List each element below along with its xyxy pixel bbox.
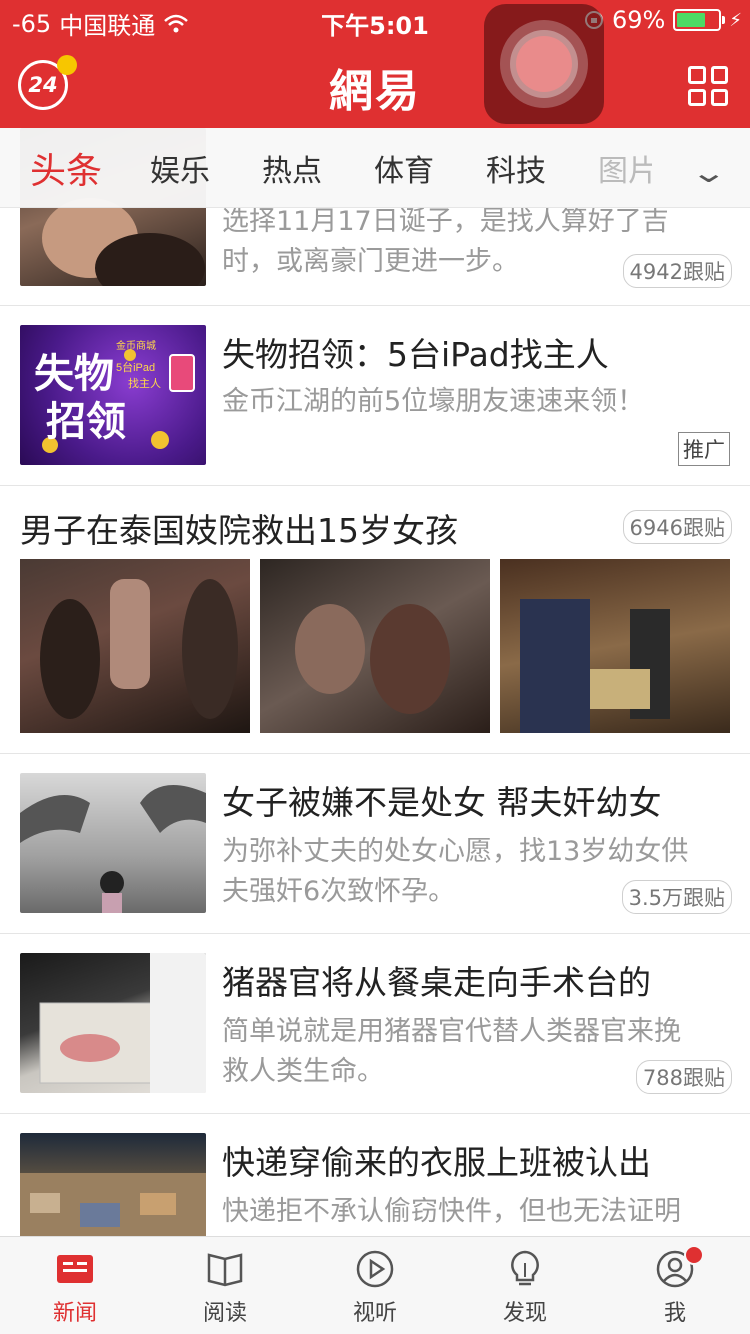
tabbar-me[interactable]: 我: [600, 1237, 750, 1334]
app-header: -65 中国联通 下午5:01 69% ⚡ 24 網易: [0, 0, 750, 128]
news-summary-line: 简单说就是用猪器官代替人类器官来挽: [222, 1016, 681, 1047]
reply-count-badge: 4942跟贴: [622, 254, 732, 288]
tabbar-label: 阅读: [202, 1301, 247, 1326]
news-thumbnail: 失物 招领 5台iPad 找主人 金币商城: [20, 325, 206, 465]
status-bar: -65 中国联通 下午5:01 69% ⚡: [0, 0, 750, 40]
news-title: 猪器官将从餐桌走向手术台的: [222, 963, 651, 1002]
bottom-tab-bar: 新闻 阅读 视听 发现 我: [0, 1236, 750, 1334]
tabbar-label: 视听: [352, 1301, 397, 1326]
battery-icon: [673, 9, 726, 31]
charging-icon: ⚡: [729, 9, 742, 31]
play-icon: [356, 1250, 394, 1288]
photo-placeholder-icon: [20, 785, 206, 913]
reply-count-badge: 6946跟贴: [622, 510, 732, 544]
brand-logo: 網易: [329, 66, 421, 117]
reply-count-badge: 788跟贴: [635, 1060, 732, 1094]
news-summary-line: 选择11月17日诞子，是找人算好了吉: [222, 206, 669, 237]
promo-graphic-icon: 失物 招领 5台iPad 找主人 金币商城: [34, 339, 195, 453]
gallery-image-1[interactable]: [20, 559, 250, 733]
assistive-touch-button[interactable]: [484, 4, 604, 124]
news-item-gallery[interactable]: 男子在泰国妓院救出15岁女孩 6946跟贴: [0, 486, 750, 754]
tabbar-video[interactable]: 视听: [300, 1237, 450, 1334]
tab-entertainment[interactable]: 娱乐: [150, 146, 210, 190]
news-thumbnail: [20, 1133, 206, 1236]
grid-menu-icon[interactable]: [688, 66, 728, 106]
book-icon: [207, 1253, 243, 1287]
photo-placeholder-icon: [520, 599, 670, 733]
news-feed[interactable]: 选择11月17日诞子，是找人算好了吉 时，或离豪门更进一步。 4942跟贴 失物…: [0, 128, 750, 1236]
category-tabs: 头条 娱乐 热点 体育 科技 图片 ⌄: [0, 128, 750, 208]
photo-placeholder-icon: [39, 953, 206, 1093]
tab-headlines[interactable]: 头条: [30, 142, 102, 194]
tabbar-discover[interactable]: 发现: [450, 1237, 600, 1334]
chevron-down-icon[interactable]: ⌄: [689, 156, 727, 189]
tab-tech[interactable]: 科技: [486, 146, 546, 190]
gallery-image-2[interactable]: [260, 559, 490, 733]
promo-caption: 金币商城: [116, 339, 156, 352]
promo-caption: 找主人: [128, 376, 161, 390]
gallery-image-3[interactable]: [500, 559, 730, 733]
photo-placeholder-icon: [40, 579, 238, 719]
news-item[interactable]: 猪器官将从餐桌走向手术台的 简单说就是用猪器官代替人类器官来挽 救人类生命。 7…: [0, 934, 750, 1114]
promo-text-found: 招领: [46, 400, 126, 444]
news-thumbnail: [20, 773, 206, 913]
news-title: 男子在泰国妓院救出15岁女孩: [20, 511, 458, 550]
tabbar-label: 我: [663, 1301, 686, 1326]
photo-placeholder-icon: [295, 604, 450, 714]
tabbar-label: 新闻: [52, 1301, 97, 1326]
reply-count-badge: 3.5万跟贴: [621, 880, 732, 914]
promoted-tag: 推广: [678, 432, 730, 466]
tab-sports[interactable]: 体育: [374, 146, 434, 190]
news-item[interactable]: 快递穿偷来的衣服上班被认出 快递拒不承认偷窃快件，但也无法证明: [0, 1114, 750, 1236]
tabbar-news[interactable]: 新闻: [0, 1237, 150, 1334]
bulb-icon: [511, 1250, 539, 1286]
news-summary: 金币江湖的前5位壕朋友速速来领！: [222, 386, 645, 417]
notification-dot: [684, 1245, 704, 1265]
tabbar-read[interactable]: 阅读: [150, 1237, 300, 1334]
battery-percent: 69%: [612, 6, 666, 34]
news-icon: [57, 1255, 93, 1283]
news-title: 快递穿偷来的衣服上班被认出: [222, 1143, 651, 1182]
tabbar-label: 发现: [502, 1301, 547, 1326]
tab-pictures[interactable]: 图片: [598, 146, 652, 190]
news-thumbnail: [20, 953, 206, 1093]
news-title: 女子被嫌不是处女 帮夫奸幼女: [222, 783, 662, 822]
news-item-ad[interactable]: 失物 招领 5台iPad 找主人 金币商城 失物招领：5台iPad找主人 金币江…: [0, 306, 750, 486]
promo-caption: 5台iPad: [116, 360, 155, 374]
news-summary: 快递拒不承认偷窃快件，但也无法证明: [222, 1196, 681, 1227]
news-summary-line: 为弥补丈夫的处女心愿，找13岁幼女供: [222, 836, 689, 867]
news-item[interactable]: 女子被嫌不是处女 帮夫奸幼女 为弥补丈夫的处女心愿，找13岁幼女供 夫强奸6次致…: [0, 754, 750, 934]
promo-text-lost: 失物: [34, 352, 114, 396]
news-title: 失物招领：5台iPad找主人: [222, 335, 609, 374]
battery-fill: [677, 13, 705, 27]
photo-placeholder-icon: [20, 1173, 206, 1236]
tab-hot[interactable]: 热点: [262, 146, 322, 190]
